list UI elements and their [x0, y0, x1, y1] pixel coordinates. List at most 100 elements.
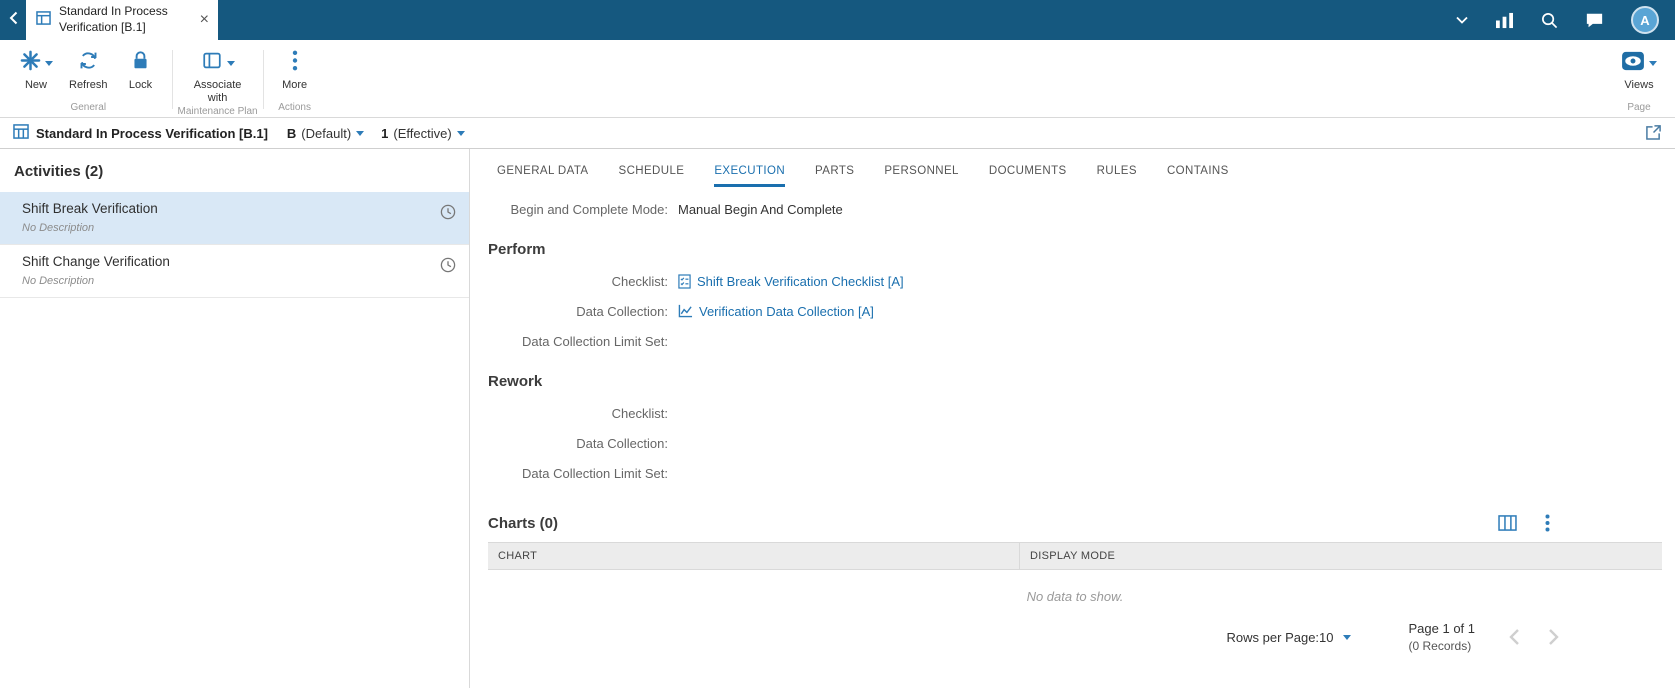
messages-icon[interactable]: [1585, 12, 1604, 29]
tab-contains[interactable]: CONTAINS: [1167, 165, 1229, 187]
ribbon-group-page: Views Page: [1613, 40, 1665, 117]
version-value: 1: [381, 126, 388, 141]
lock-button-label: Lock: [129, 79, 152, 92]
more-button[interactable]: More: [269, 49, 321, 93]
open-window-button[interactable]: [1645, 124, 1662, 143]
tab-parts[interactable]: PARTS: [815, 165, 854, 187]
tab-documents[interactable]: DOCUMENTS: [989, 165, 1067, 187]
rows-per-page-label: Rows per Page:10: [1227, 630, 1334, 645]
plant-icon[interactable]: [1495, 12, 1514, 29]
views-button-label: Views: [1624, 79, 1653, 92]
ribbon-group-caption-general: General: [10, 102, 167, 117]
document-icon: [36, 11, 51, 30]
activity-description: No Description: [22, 275, 425, 287]
version-selector[interactable]: 1 (Effective): [381, 126, 465, 141]
column-header-chart[interactable]: CHART: [488, 543, 1020, 569]
charts-table-header: CHART DISPLAY MODE: [488, 542, 1662, 570]
top-bar: Standard In Process Verification [B.1] ×…: [0, 0, 1675, 40]
field-value: Manual Begin And Complete: [678, 202, 843, 217]
ribbon-group-maintenance-plan: Associate with Maintenance Plan: [178, 40, 258, 117]
field-begin-complete-mode: Begin and Complete Mode: Manual Begin An…: [488, 194, 1662, 224]
new-icon: [20, 50, 41, 76]
tab-general-data[interactable]: GENERAL DATA: [497, 165, 589, 187]
activity-item-shift-break[interactable]: Shift Break Verification No Description: [0, 192, 469, 245]
new-button-label: New: [25, 79, 47, 92]
views-button[interactable]: Views: [1613, 49, 1665, 93]
associate-with-button[interactable]: Associate with: [179, 49, 257, 106]
ribbon-group-caption-actions: Actions: [269, 102, 321, 117]
associate-with-icon: [201, 51, 223, 75]
field-perform-checklist: Checklist: Shift Break Verification Chec…: [488, 266, 1662, 296]
activity-name: Shift Break Verification: [22, 201, 425, 216]
ribbon-spacer: [321, 40, 1613, 117]
checklist-icon: [678, 274, 691, 289]
field-label: Data Collection Limit Set:: [488, 466, 668, 481]
breadcrumb-title: Standard In Process Verification [B.1]: [36, 126, 268, 141]
associate-caret-icon: [227, 61, 235, 66]
views-caret-icon: [1649, 61, 1657, 66]
field-label: Data Collection:: [488, 304, 668, 319]
field-rework-limit-set: Data Collection Limit Set:: [488, 458, 1662, 488]
topbar-actions: A: [1456, 0, 1675, 40]
column-header-display-mode[interactable]: DISPLAY MODE: [1020, 543, 1662, 569]
chevron-down-icon[interactable]: [1456, 16, 1468, 24]
new-caret-icon: [45, 61, 53, 66]
page-info-block: Page 1 of 1 (0 Records): [1409, 621, 1476, 653]
lock-icon: [131, 50, 150, 76]
breadcrumb-bar: Standard In Process Verification [B.1] B…: [0, 118, 1675, 149]
field-rework-checklist: Checklist:: [488, 398, 1662, 428]
field-label: Checklist:: [488, 406, 668, 421]
grid-menu-icon[interactable]: [1545, 514, 1550, 532]
back-button[interactable]: [0, 0, 26, 40]
clock-icon: [440, 257, 456, 278]
document-tab[interactable]: Standard In Process Verification [B.1] ×: [26, 0, 218, 40]
rows-per-page-selector[interactable]: Rows per Page:10: [1227, 630, 1351, 645]
open-window-icon: [1645, 124, 1662, 143]
field-label: Checklist:: [488, 274, 668, 289]
avatar[interactable]: A: [1631, 6, 1659, 34]
next-page-icon[interactable]: [1548, 628, 1559, 646]
version-caret-icon: [457, 131, 465, 136]
ribbon-group-caption-page: Page: [1613, 102, 1665, 117]
revision-value: B: [287, 126, 296, 141]
data-collection-icon: [678, 304, 693, 318]
field-rework-data-collection: Data Collection:: [488, 428, 1662, 458]
tab-execution[interactable]: EXECUTION: [714, 165, 785, 187]
activity-description: No Description: [22, 222, 425, 234]
previous-page-icon[interactable]: [1509, 628, 1520, 646]
new-button[interactable]: New: [10, 49, 62, 93]
refresh-button[interactable]: Refresh: [62, 49, 115, 93]
field-perform-data-collection: Data Collection: Verification Data Colle…: [488, 296, 1662, 326]
close-icon[interactable]: ×: [197, 11, 212, 29]
charts-section-header: Charts (0): [488, 514, 1662, 532]
tab-title: Standard In Process Verification [B.1]: [59, 4, 189, 35]
revision-label: (Default): [301, 126, 351, 141]
field-label: Data Collection Limit Set:: [488, 334, 668, 349]
more-icon: [292, 50, 298, 76]
charts-table: CHART DISPLAY MODE No data to show.: [488, 542, 1662, 604]
refresh-button-label: Refresh: [69, 79, 108, 92]
empty-table-message: No data to show.: [488, 589, 1662, 604]
activity-item-shift-change[interactable]: Shift Change Verification No Description: [0, 245, 469, 298]
charts-heading: Charts (0): [488, 515, 558, 532]
activities-panel: Activities (2) Shift Break Verification …: [0, 149, 470, 688]
tab-rules[interactable]: RULES: [1097, 165, 1137, 187]
lock-button[interactable]: Lock: [115, 49, 167, 93]
ribbon-group-general: New Refresh: [10, 40, 167, 117]
views-eye-icon: [1621, 51, 1645, 76]
search-icon[interactable]: [1541, 12, 1558, 29]
rows-per-page-caret-icon: [1343, 635, 1351, 640]
section-heading-rework: Rework: [488, 373, 1662, 390]
tab-personnel[interactable]: PERSONNEL: [884, 165, 959, 187]
tab-schedule[interactable]: SCHEDULE: [619, 165, 685, 187]
revision-selector[interactable]: B (Default): [287, 126, 364, 141]
refresh-icon: [78, 50, 99, 76]
activities-header: Activities (2): [0, 149, 469, 192]
records-info: (0 Records): [1409, 639, 1476, 653]
column-chooser-icon[interactable]: [1498, 515, 1517, 531]
data-collection-link[interactable]: Verification Data Collection [A]: [699, 304, 874, 319]
detail-panel: GENERAL DATA SCHEDULE EXECUTION PARTS PE…: [470, 149, 1675, 688]
field-label: Begin and Complete Mode:: [488, 202, 668, 217]
checklist-link[interactable]: Shift Break Verification Checklist [A]: [697, 274, 904, 289]
version-label: (Effective): [393, 126, 451, 141]
